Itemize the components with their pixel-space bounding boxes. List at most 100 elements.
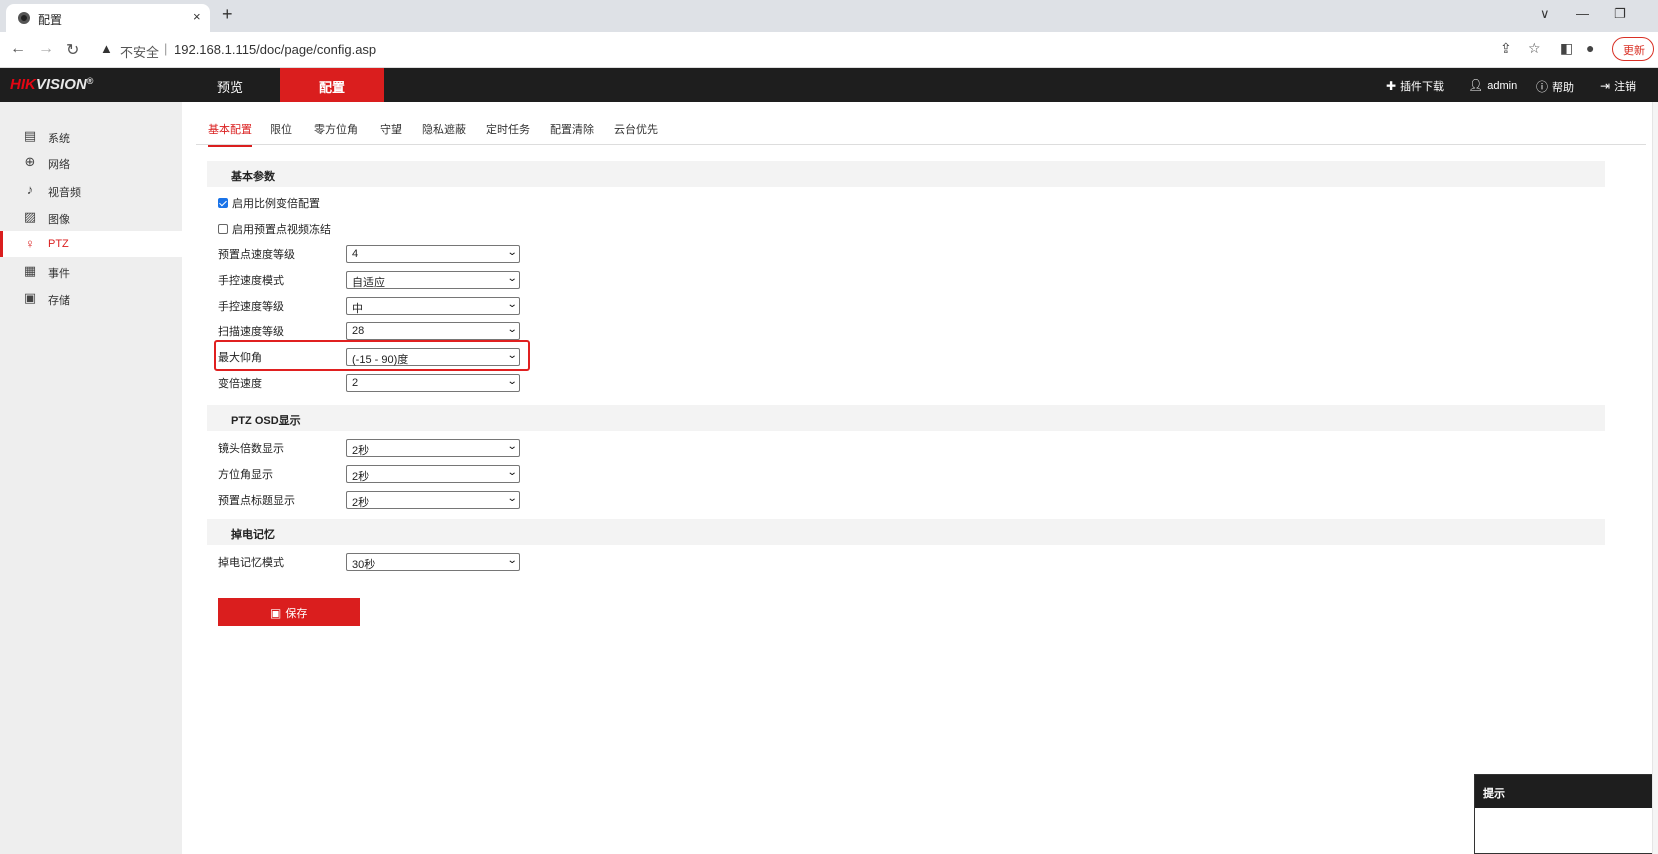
chevron-down-icon: ⌄ [506,441,518,452]
omnibox[interactable]: ▲ 不安全 | 192.168.1.115/doc/page/config.as… [92,37,1572,63]
power-memory-mode-select[interactable]: 30秒 ⌄ [346,553,520,571]
sidebar-item-video-audio[interactable]: ♪ 视音频 [0,177,182,203]
preset-freeze-checkbox-row[interactable]: 启用预置点视频冻结 [218,221,331,237]
manual-speed-level-label: 手控速度等级 [218,301,284,313]
logout-link[interactable]: ⇥ 注销 [1600,78,1636,94]
save-icon: ▣ [270,606,282,620]
section-basic-params: 基本参数 [207,161,1605,187]
browser-tab[interactable]: 配置 × [6,4,210,32]
ptz-icon: ♀ [25,236,35,251]
manual-speed-mode-select[interactable]: 自适应 ⌄ [346,271,520,289]
zoom-display-select[interactable]: 2秒 ⌄ [346,439,520,457]
profile-icon[interactable]: ● [1586,40,1594,56]
update-button[interactable]: 更新 [1612,37,1654,61]
address-bar-row: ← → ↻ ▲ 不安全 | 192.168.1.115/doc/page/con… [0,32,1658,68]
top-navigation: HIKVISION® 预览 配置 ✚ 插件下载 👤︎ admin ⓘ 帮助 ⇥ 注销 [0,68,1658,102]
back-icon[interactable]: ← [10,40,26,58]
sidebar-item-system[interactable]: ▤ 系统 [0,123,182,149]
forward-icon[interactable]: → [38,40,54,58]
sidebar: ▤ 系统 ⊕ 网络 ♪ 视音频 ▨ 图像 ♀ PTZ ▦ 事件 ▣ 存储 [0,102,182,854]
zoom-ratio-checkbox-row[interactable]: 启用比例变倍配置 [218,195,320,211]
warning-icon: ▲ [100,41,113,56]
preset-speed-label: 预置点速度等级 [218,249,295,261]
preset-speed-select[interactable]: 4 ⌄ [346,245,520,263]
minimize-button[interactable]: — [1576,6,1589,21]
bookmark-star-icon[interactable]: ☆ [1528,40,1541,57]
chevron-down-icon: ⌄ [506,273,518,284]
scan-speed-label: 扫描速度等级 [218,326,284,338]
user-icon: 👤︎ [1468,78,1484,92]
favicon-icon [18,12,30,24]
manual-speed-mode-label: 手控速度模式 [218,275,284,287]
chevron-down-icon: ⌄ [506,299,518,310]
video-audio-icon: ♪ [26,182,34,197]
scan-speed-select[interactable]: 28 ⌄ [346,322,520,340]
section-ptz-osd: PTZ OSD显示 [207,405,1605,431]
save-button[interactable]: ▣ 保存 [218,598,360,626]
plugin-download-link[interactable]: ✚ 插件下载 [1386,78,1444,94]
tab-title: 配置 [38,13,63,27]
user-menu[interactable]: 👤︎ admin [1468,78,1517,92]
max-tilt-angle-label: 最大仰角 [218,352,262,364]
browser-tab-strip: 配置 × + ∨ — ❐ [0,0,1658,32]
restore-button[interactable]: ❐ [1614,6,1626,22]
sidebar-item-storage[interactable]: ▣ 存储 [0,285,182,311]
subtab-park[interactable]: 守望 [380,121,402,137]
page-scrollbar[interactable] [1652,102,1658,854]
image-icon: ▨ [23,209,37,224]
subtab-privacy-mask[interactable]: 隐私遮蔽 [422,121,466,137]
preset-title-display-label: 预置点标题显示 [218,495,295,507]
sidebar-item-ptz[interactable]: ♀ PTZ [0,231,182,257]
url-separator: | [164,41,168,56]
logout-icon: ⇥ [1600,79,1611,93]
nav-tab-preview[interactable]: 预览 [182,68,278,102]
share-icon[interactable]: ⇪ [1500,40,1512,57]
nav-tab-config[interactable]: 配置 [280,68,384,102]
hikvision-logo: HIKVISION® [10,76,94,93]
chevron-down-icon: ⌄ [506,493,518,504]
manual-speed-level-select[interactable]: 中 ⌄ [346,297,520,315]
info-icon: ⓘ [1536,80,1549,94]
hint-panel: 提示 [1474,774,1658,854]
power-memory-mode-label: 掉电记忆模式 [218,557,284,569]
chevron-down-icon: ⌄ [506,350,518,361]
preset-freeze-checkbox[interactable] [218,224,228,234]
chevron-down-icon: ⌄ [506,247,518,258]
new-tab-button[interactable]: + [222,4,233,25]
subtab-basic-config[interactable]: 基本配置 [208,121,252,147]
chevron-down-icon: ⌄ [506,555,518,566]
subtab-limit[interactable]: 限位 [270,121,292,137]
help-link[interactable]: ⓘ 帮助 [1536,78,1574,95]
chevron-down-icon: ⌄ [506,324,518,335]
sidebar-item-image[interactable]: ▨ 图像 [0,204,182,230]
azimuth-display-select[interactable]: 2秒 ⌄ [346,465,520,483]
sidebar-item-network[interactable]: ⊕ 网络 [0,149,182,175]
azimuth-display-label: 方位角显示 [218,469,273,481]
subtab-ptz-priority[interactable]: 云台优先 [614,121,658,137]
system-icon: ▤ [23,128,37,143]
reload-icon[interactable]: ↻ [66,40,79,60]
sidebar-item-event[interactable]: ▦ 事件 [0,258,182,284]
puzzle-icon: ✚ [1386,79,1397,93]
subtab-scheduled-task[interactable]: 定时任务 [486,121,530,137]
max-tilt-angle-select[interactable]: (-15 - 90)度 ⌄ [346,348,520,366]
preset-title-display-select[interactable]: 2秒 ⌄ [346,491,520,509]
tab-close-icon[interactable]: × [193,9,201,24]
chevron-down-icon: ⌄ [506,467,518,478]
sub-tabs: 基本配置 限位 零方位角 守望 隐私遮蔽 定时任务 配置清除 云台优先 [196,115,1646,147]
tab-search-icon[interactable]: ∨ [1540,6,1550,22]
url-text[interactable]: 192.168.1.115/doc/page/config.asp [174,42,376,57]
zoom-display-label: 镜头倍数显示 [218,443,284,455]
subtab-config-clear[interactable]: 配置清除 [550,121,594,137]
security-label[interactable]: 不安全 [120,42,159,61]
event-icon: ▦ [23,263,37,278]
zoom-speed-label: 变倍速度 [218,378,262,390]
storage-icon: ▣ [23,290,37,305]
section-power-memory: 掉电记忆 [207,519,1605,545]
network-icon: ⊕ [24,154,36,169]
zoom-ratio-checkbox[interactable] [218,198,228,208]
side-panel-icon[interactable]: ◧ [1560,40,1573,57]
zoom-speed-select[interactable]: 2 ⌄ [346,374,520,392]
subtab-zero-azimuth[interactable]: 零方位角 [314,121,358,137]
chevron-down-icon: ⌄ [506,376,518,387]
